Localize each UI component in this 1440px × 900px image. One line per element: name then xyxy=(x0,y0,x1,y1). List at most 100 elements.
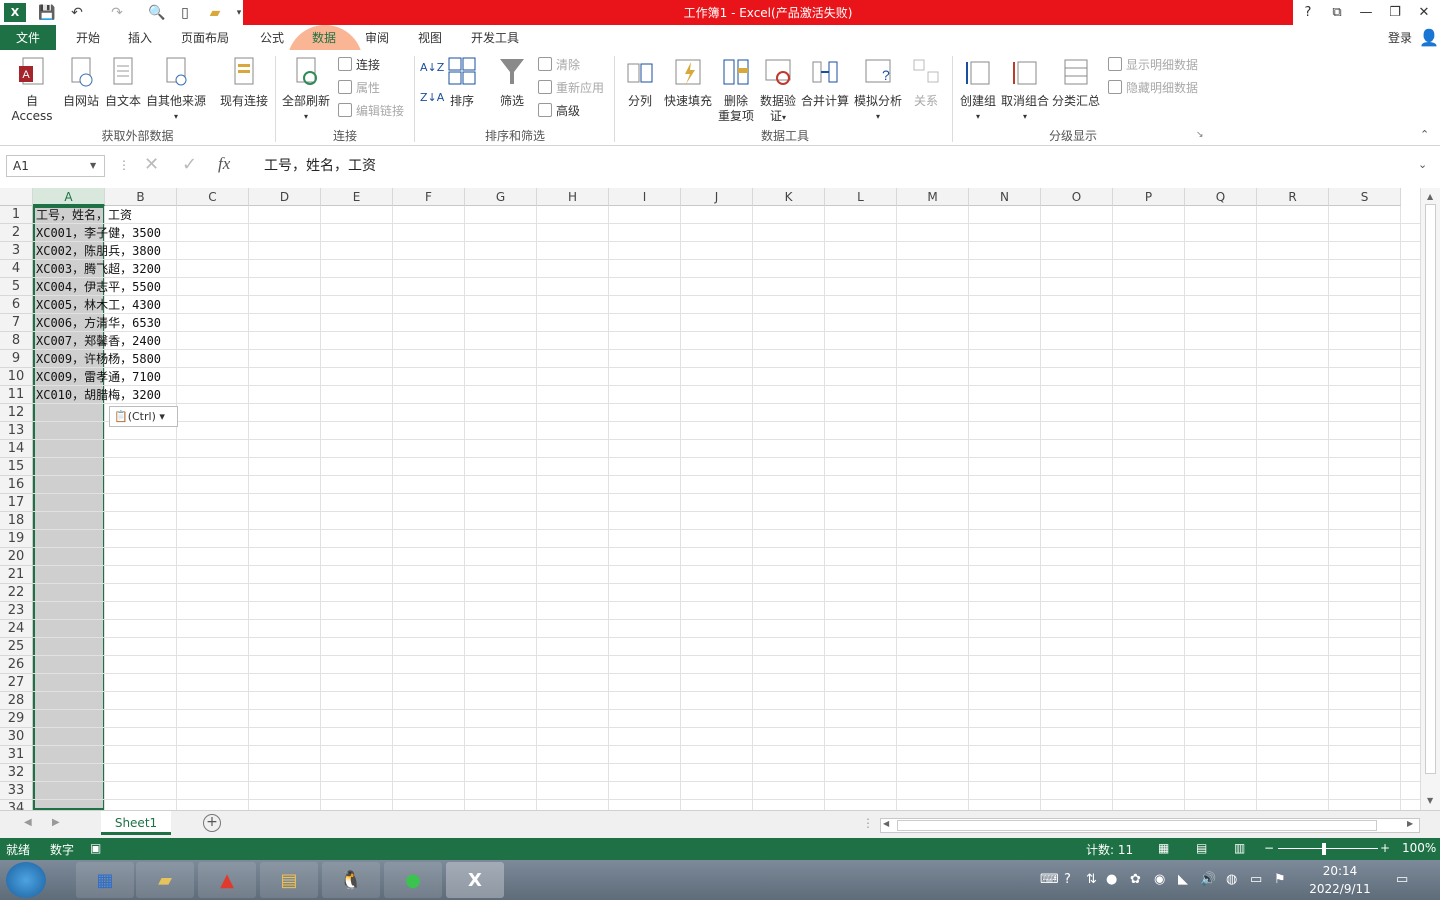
row-header-25[interactable]: 25 xyxy=(0,638,33,656)
column-header-m[interactable]: M xyxy=(897,188,969,206)
qq-tray-icon[interactable]: ◉ xyxy=(1154,872,1165,887)
scroll-up-icon[interactable]: ▲ xyxy=(1427,192,1433,201)
row-header-7[interactable]: 7 xyxy=(0,314,33,332)
tab-formulas[interactable]: 公式 xyxy=(250,25,294,50)
hscroll-thumb[interactable] xyxy=(897,820,1377,831)
sort-button[interactable]: 排序 xyxy=(444,56,480,109)
row-header-32[interactable]: 32 xyxy=(0,764,33,782)
row-header-22[interactable]: 22 xyxy=(0,584,33,602)
row-header-3[interactable]: 3 xyxy=(0,242,33,260)
column-header-c[interactable]: C xyxy=(177,188,249,206)
print-preview-icon[interactable]: 🔍 xyxy=(146,3,168,22)
from-access-button[interactable]: A 自 Access xyxy=(4,56,60,124)
page-layout-view-icon[interactable]: ▤ xyxy=(1196,841,1207,855)
column-header-l[interactable]: L xyxy=(825,188,897,206)
save-icon[interactable]: 💾 xyxy=(36,3,58,22)
dialog-launcher-icon[interactable]: ↘ xyxy=(1196,130,1204,140)
text-to-columns-button[interactable]: 分列 xyxy=(622,56,658,109)
taskbar-qq-icon[interactable]: 🐧 xyxy=(322,862,380,898)
tab-data[interactable]: 数据 xyxy=(302,25,346,50)
row-header-29[interactable]: 29 xyxy=(0,710,33,728)
cell-a1[interactable]: 工号，姓名，工资 xyxy=(33,206,132,224)
group-button[interactable]: 创建组 ▾ xyxy=(956,56,1000,124)
login-link[interactable]: 登录 xyxy=(1380,25,1420,50)
from-other-sources-button[interactable]: 自其他来源 ▾ xyxy=(144,56,208,124)
new-file-icon[interactable]: ▯ xyxy=(174,3,196,22)
column-header-g[interactable]: G xyxy=(465,188,537,206)
scroll-down-icon[interactable]: ▼ xyxy=(1427,796,1433,805)
column-header-r[interactable]: R xyxy=(1257,188,1329,206)
filter-button[interactable]: 筛选 xyxy=(494,56,530,109)
column-header-e[interactable]: E xyxy=(321,188,393,206)
cell-a8[interactable]: XC007，郑馨香，2400 xyxy=(33,332,161,350)
column-header-q[interactable]: Q xyxy=(1185,188,1257,206)
advanced-filter-button[interactable]: 高级 xyxy=(538,101,580,119)
flower-tray-icon[interactable]: ✿ xyxy=(1130,872,1141,887)
normal-view-icon[interactable]: ▦ xyxy=(1158,841,1169,855)
zoom-level[interactable]: 100% xyxy=(1402,841,1436,855)
taskbar-folder-icon[interactable]: ▰ xyxy=(136,862,194,898)
column-header-j[interactable]: J xyxy=(681,188,753,206)
column-header-a[interactable]: A xyxy=(33,188,105,206)
row-header-14[interactable]: 14 xyxy=(0,440,33,458)
formula-input[interactable]: 工号，姓名，工资 xyxy=(250,155,1426,177)
ungroup-button[interactable]: 取消组合 ▾ xyxy=(1000,56,1050,124)
maximize-button[interactable]: ❐ xyxy=(1381,2,1409,22)
connections-button[interactable]: 连接 xyxy=(338,55,380,73)
tab-file[interactable]: 文件 xyxy=(0,25,56,50)
scroll-left-icon[interactable]: ◀ xyxy=(883,819,889,828)
hide-detail-button[interactable]: 隐藏明细数据 xyxy=(1108,78,1198,96)
remove-duplicates-button[interactable]: 删除 重复项 xyxy=(716,56,756,124)
sort-asc-button[interactable]: A↓Z xyxy=(420,60,444,75)
user-avatar-icon[interactable]: 👤 xyxy=(1418,25,1440,50)
row-header-28[interactable]: 28 xyxy=(0,692,33,710)
row-header-23[interactable]: 23 xyxy=(0,602,33,620)
cell-a10[interactable]: XC009，雷孝通，7100 xyxy=(33,368,161,386)
action-center-icon[interactable]: ▭ xyxy=(1396,872,1408,887)
flag-icon[interactable]: ⚑ xyxy=(1274,872,1286,887)
zoom-out-icon[interactable]: − xyxy=(1264,841,1274,855)
scroll-thumb[interactable] xyxy=(1425,204,1436,774)
macro-record-icon[interactable]: ▣ xyxy=(90,841,101,855)
row-header-31[interactable]: 31 xyxy=(0,746,33,764)
row-header-15[interactable]: 15 xyxy=(0,458,33,476)
relationships-button[interactable]: 关系 xyxy=(906,56,946,109)
tab-home[interactable]: 开始 xyxy=(66,25,110,50)
cancel-icon[interactable]: ✕ xyxy=(144,154,159,175)
row-header-30[interactable]: 30 xyxy=(0,728,33,746)
row-header-2[interactable]: 2 xyxy=(0,224,33,242)
tab-developer[interactable]: 开发工具 xyxy=(462,25,528,50)
data-validation-button[interactable]: 数据验 证▾ xyxy=(756,56,800,125)
consolidate-button[interactable]: 合并计算 xyxy=(800,56,850,109)
column-header-s[interactable]: S xyxy=(1329,188,1401,206)
subtotal-button[interactable]: 分类汇总 xyxy=(1050,56,1102,109)
tray-arrow-icon[interactable]: ⇅ xyxy=(1086,872,1097,887)
cell-a2[interactable]: XC001，李子健，3500 xyxy=(33,224,161,242)
show-detail-button[interactable]: 显示明细数据 xyxy=(1108,55,1198,73)
row-header-26[interactable]: 26 xyxy=(0,656,33,674)
from-web-button[interactable]: 自网站 xyxy=(60,56,102,109)
row-header-4[interactable]: 4 xyxy=(0,260,33,278)
cell-a9[interactable]: XC009，许杨杨，5800 xyxy=(33,350,161,368)
refresh-all-button[interactable]: 全部刷新 ▾ xyxy=(280,56,332,124)
worksheet-grid[interactable]: ABCDEFGHIJKLMNOPQRS 1 2 3 4 5 6 7 8 9 10 11 12 13 14 1… xyxy=(0,188,1420,810)
cell-a4[interactable]: XC003，腾飞超，3200 xyxy=(33,260,161,278)
row-header-34[interactable]: 34 xyxy=(0,800,33,810)
column-header-h[interactable]: H xyxy=(537,188,609,206)
zoom-slider-thumb[interactable] xyxy=(1322,843,1326,855)
taskbar-app-explorer-icon[interactable]: ▦ xyxy=(76,862,134,898)
wechat-tray-icon[interactable]: ● xyxy=(1106,872,1117,887)
open-folder-icon[interactable]: ▰ xyxy=(204,3,226,22)
row-header-16[interactable]: 16 xyxy=(0,476,33,494)
tab-insert[interactable]: 插入 xyxy=(118,25,162,50)
properties-button[interactable]: 属性 xyxy=(338,78,380,96)
tab-review[interactable]: 审阅 xyxy=(355,25,399,50)
row-header-21[interactable]: 21 xyxy=(0,566,33,584)
column-header-d[interactable]: D xyxy=(249,188,321,206)
vertical-scrollbar[interactable]: ▲ ▼ xyxy=(1420,188,1440,810)
page-break-view-icon[interactable]: ▥ xyxy=(1234,841,1245,855)
clear-filter-button[interactable]: 清除 xyxy=(538,55,580,73)
sheet-tab-sheet1[interactable]: Sheet1 xyxy=(101,811,171,835)
row-header-12[interactable]: 12 xyxy=(0,404,33,422)
row-header-9[interactable]: 9 xyxy=(0,350,33,368)
